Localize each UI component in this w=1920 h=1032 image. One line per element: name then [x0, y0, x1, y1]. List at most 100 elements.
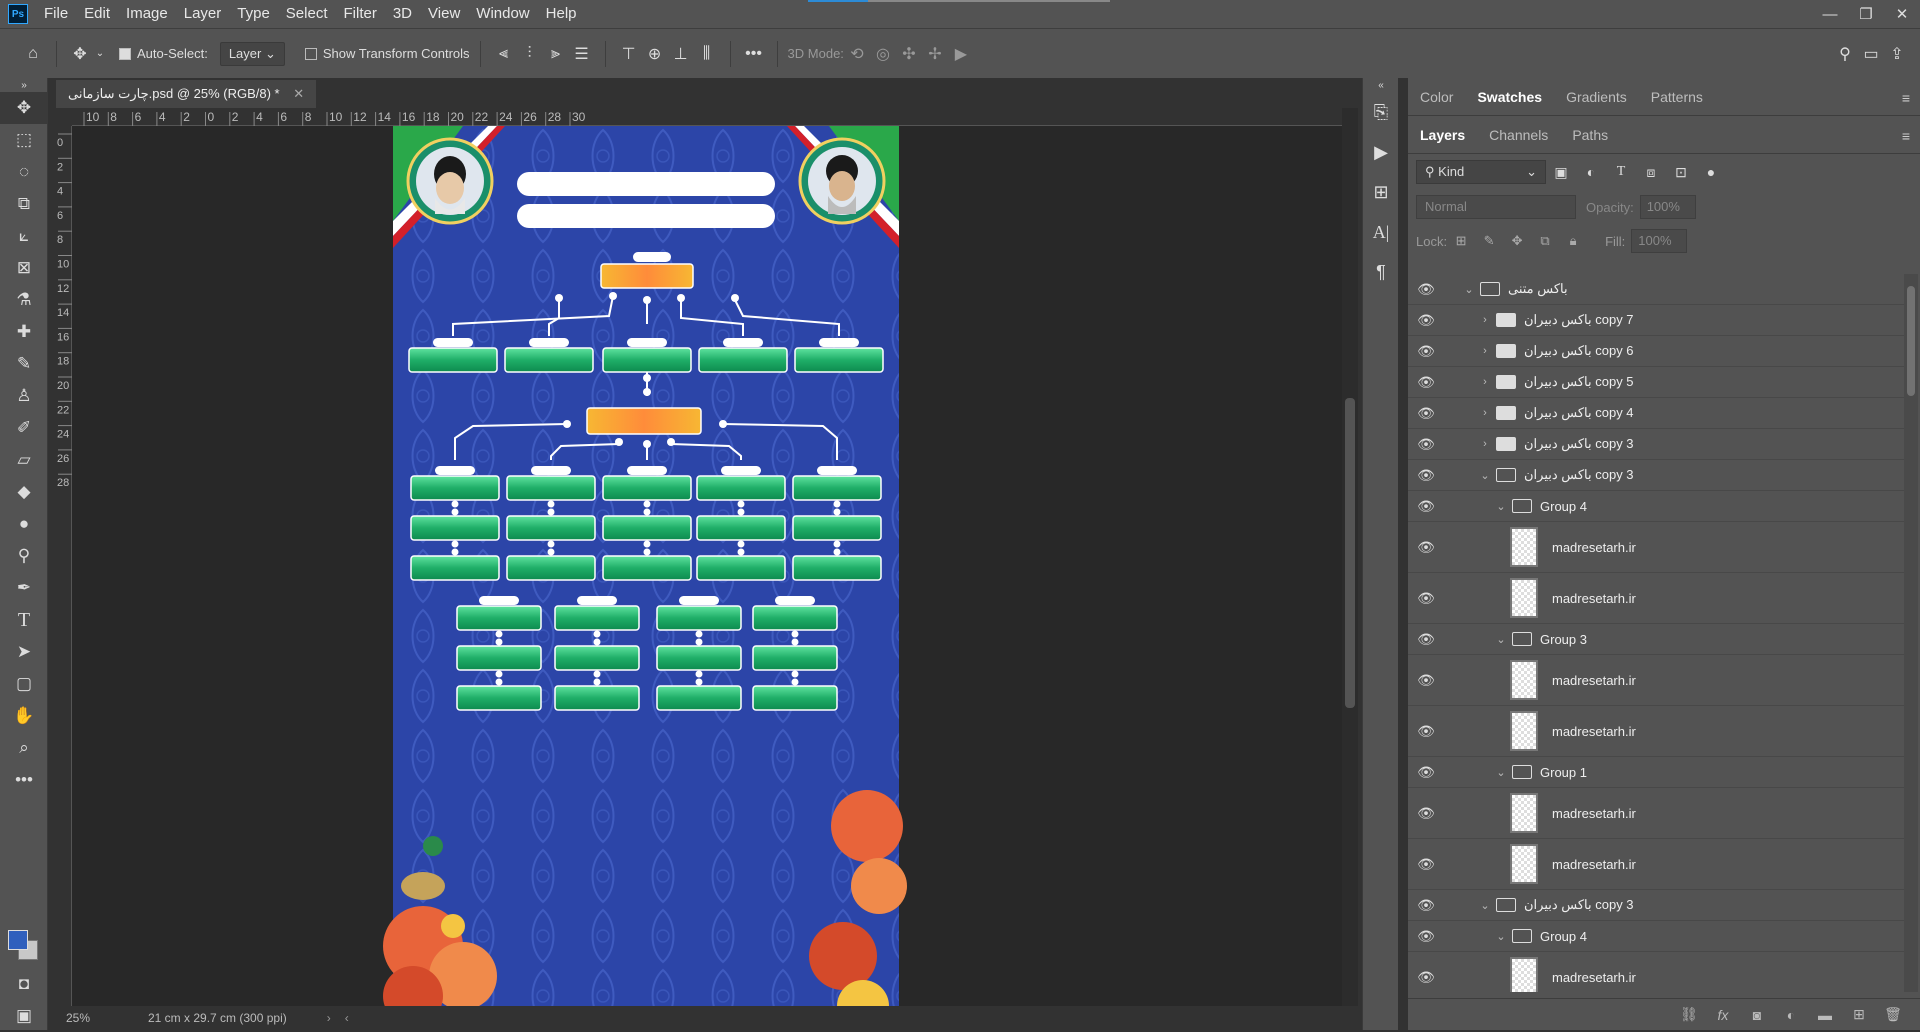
- visibility-eye-icon[interactable]: 👁︎: [1416, 672, 1436, 689]
- new-group-icon[interactable]: ▬: [1808, 1007, 1842, 1023]
- checkbox-icon[interactable]: [119, 47, 131, 60]
- menu-edit[interactable]: Edit: [76, 0, 118, 28]
- layer-name[interactable]: Group 4: [1540, 929, 1587, 944]
- layer-style-icon[interactable]: fx: [1706, 1007, 1740, 1023]
- character-icon[interactable]: A|: [1363, 212, 1399, 252]
- chevron-right-icon[interactable]: ›: [1478, 376, 1492, 388]
- layer-name[interactable]: Group 1: [1540, 765, 1587, 780]
- align-right-icon[interactable]: ⫸: [543, 41, 569, 67]
- visibility-eye-icon[interactable]: 👁︎: [1416, 805, 1436, 822]
- eyedropper-tool-icon[interactable]: ⚗: [0, 284, 48, 316]
- frame-tool-icon[interactable]: ⊠: [0, 252, 48, 284]
- marquee-tool-icon[interactable]: ⬚: [0, 124, 48, 156]
- layer-group-row[interactable]: 👁︎ › باکس دبیران copy 4: [1408, 398, 1908, 429]
- orbit-3d-icon[interactable]: ⟲: [844, 41, 870, 67]
- menu-file[interactable]: File: [36, 0, 76, 28]
- camera-3d-icon[interactable]: ▶: [948, 41, 974, 67]
- lock-image-icon[interactable]: ✎: [1475, 233, 1503, 249]
- tab-color[interactable]: Color: [1408, 78, 1465, 116]
- visibility-eye-icon[interactable]: 👁︎: [1416, 969, 1436, 986]
- search-icon[interactable]: ⚲: [1832, 41, 1858, 67]
- align-center-icon[interactable]: ⫶: [517, 41, 543, 67]
- layer-name[interactable]: باکس متنی: [1508, 281, 1568, 297]
- align-left-icon[interactable]: ⫷: [491, 41, 517, 67]
- layer-row[interactable]: 👁︎ madresetarh.ir: [1408, 788, 1908, 839]
- actions-play-icon[interactable]: ▶: [1363, 132, 1399, 172]
- brush-tool-icon[interactable]: ✎: [0, 348, 48, 380]
- dodge-tool-icon[interactable]: ⚲: [0, 540, 48, 572]
- layer-name[interactable]: باکس دبیران copy 3: [1524, 436, 1634, 452]
- lock-transparent-icon[interactable]: ⊞: [1447, 233, 1475, 249]
- chevron-down-icon[interactable]: ⌄: [1462, 283, 1476, 296]
- crop-tool-icon[interactable]: ⟀: [0, 220, 48, 252]
- lock-artboard-icon[interactable]: ⧉: [1531, 233, 1559, 249]
- smart-object-filter-icon[interactable]: ⊡: [1666, 164, 1696, 181]
- history-brush-tool-icon[interactable]: ✐: [0, 412, 48, 444]
- layer-name[interactable]: Group 4: [1540, 499, 1587, 514]
- type-filter-icon[interactable]: T: [1606, 164, 1636, 180]
- lock-all-icon[interactable]: 🔒︎: [1559, 233, 1587, 249]
- more-tools-icon[interactable]: •••: [0, 764, 48, 796]
- document-info[interactable]: 21 cm x 29.7 cm (300 ppi): [148, 1011, 287, 1025]
- adjustment-layer-icon[interactable]: ◐: [1774, 1007, 1808, 1023]
- layer-name[interactable]: باکس دبیران copy 6: [1524, 343, 1634, 359]
- pixel-filter-icon[interactable]: ▣: [1546, 164, 1576, 181]
- history-icon[interactable]: ⎘: [1363, 92, 1399, 132]
- layer-row[interactable]: 👁︎ madresetarh.ir: [1408, 522, 1908, 573]
- menu-3d[interactable]: 3D: [385, 0, 420, 28]
- visibility-eye-icon[interactable]: 👁︎: [1416, 374, 1436, 391]
- layer-group-row[interactable]: 👁︎ ⌄ Group 1: [1408, 757, 1908, 788]
- layer-name[interactable]: madresetarh.ir: [1552, 970, 1636, 985]
- opacity-field[interactable]: 100%: [1639, 195, 1696, 219]
- chevron-down-icon[interactable]: ⌄: [1494, 766, 1508, 779]
- layer-row[interactable]: 👁︎ madresetarh.ir: [1408, 839, 1908, 890]
- menu-image[interactable]: Image: [118, 0, 176, 28]
- paint-bucket-tool-icon[interactable]: ◆: [0, 476, 48, 508]
- transform-controls-checkbox[interactable]: Show Transform Controls: [304, 46, 470, 61]
- blur-tool-icon[interactable]: ●: [0, 508, 48, 540]
- more-options-button[interactable]: •••: [741, 41, 767, 67]
- document-tab[interactable]: چارت سازمانی.psd @ 25% (RGB/8) * ✕: [56, 80, 317, 108]
- layer-row[interactable]: 👁︎ madresetarh.ir: [1408, 655, 1908, 706]
- layer-group-row[interactable]: 👁︎ ⌄ باکس دبیران copy 3: [1408, 460, 1908, 491]
- move-tool-icon[interactable]: ✥: [67, 41, 93, 67]
- visibility-eye-icon[interactable]: 👁︎: [1416, 405, 1436, 422]
- menu-layer[interactable]: Layer: [176, 0, 230, 28]
- collapse-icon[interactable]: «: [1363, 78, 1399, 92]
- visibility-eye-icon[interactable]: 👁︎: [1416, 764, 1436, 781]
- layer-group-row[interactable]: 👁︎ ⌄ Group 3: [1408, 624, 1908, 655]
- visibility-eye-icon[interactable]: 👁︎: [1416, 897, 1436, 914]
- tab-patterns[interactable]: Patterns: [1639, 78, 1715, 116]
- menu-window[interactable]: Window: [468, 0, 537, 28]
- blend-mode-dropdown[interactable]: Normal: [1416, 195, 1576, 219]
- chevron-down-icon[interactable]: ⌄: [93, 41, 107, 67]
- chevron-down-icon[interactable]: ⌄: [1494, 930, 1508, 943]
- canvas-vertical-scrollbar[interactable]: [1342, 108, 1358, 1006]
- add-mask-icon[interactable]: ◙: [1740, 1007, 1774, 1023]
- layer-name[interactable]: باکس دبیران copy 3: [1524, 467, 1634, 483]
- visibility-eye-icon[interactable]: 👁︎: [1416, 631, 1436, 648]
- kind-filter-dropdown[interactable]: ⚲ Kind ⌄: [1416, 160, 1546, 184]
- layer-name[interactable]: madresetarh.ir: [1552, 591, 1636, 606]
- layer-name[interactable]: باکس دبیران copy 3: [1524, 897, 1634, 913]
- chevron-right-icon[interactable]: ›: [1478, 314, 1492, 326]
- roll-3d-icon[interactable]: ◎: [870, 41, 896, 67]
- share-icon[interactable]: ⇪: [1884, 41, 1910, 67]
- fill-field[interactable]: 100%: [1631, 229, 1688, 253]
- auto-select-target-dropdown[interactable]: Layer ⌄: [219, 41, 285, 66]
- minimize-button[interactable]: —: [1812, 0, 1848, 28]
- restore-button[interactable]: ❐: [1848, 0, 1884, 28]
- close-button[interactable]: ✕: [1884, 0, 1920, 28]
- paragraph-icon[interactable]: ¶: [1363, 252, 1399, 292]
- healing-tool-icon[interactable]: ✚: [0, 316, 48, 348]
- zoom-level[interactable]: 25%: [66, 1011, 126, 1025]
- align-top-icon[interactable]: ⊤: [616, 41, 642, 67]
- lock-position-icon[interactable]: ✥: [1503, 233, 1531, 249]
- layer-row[interactable]: 👁︎ madresetarh.ir: [1408, 706, 1908, 757]
- layer-name[interactable]: madresetarh.ir: [1552, 857, 1636, 872]
- screen-mode-icon[interactable]: ▣: [0, 1000, 48, 1032]
- layer-name[interactable]: باکس دبیران copy 4: [1524, 405, 1634, 421]
- checkbox-icon[interactable]: [304, 47, 317, 60]
- pen-tool-icon[interactable]: ✒: [0, 572, 48, 604]
- adjustment-filter-icon[interactable]: ◐: [1576, 164, 1606, 180]
